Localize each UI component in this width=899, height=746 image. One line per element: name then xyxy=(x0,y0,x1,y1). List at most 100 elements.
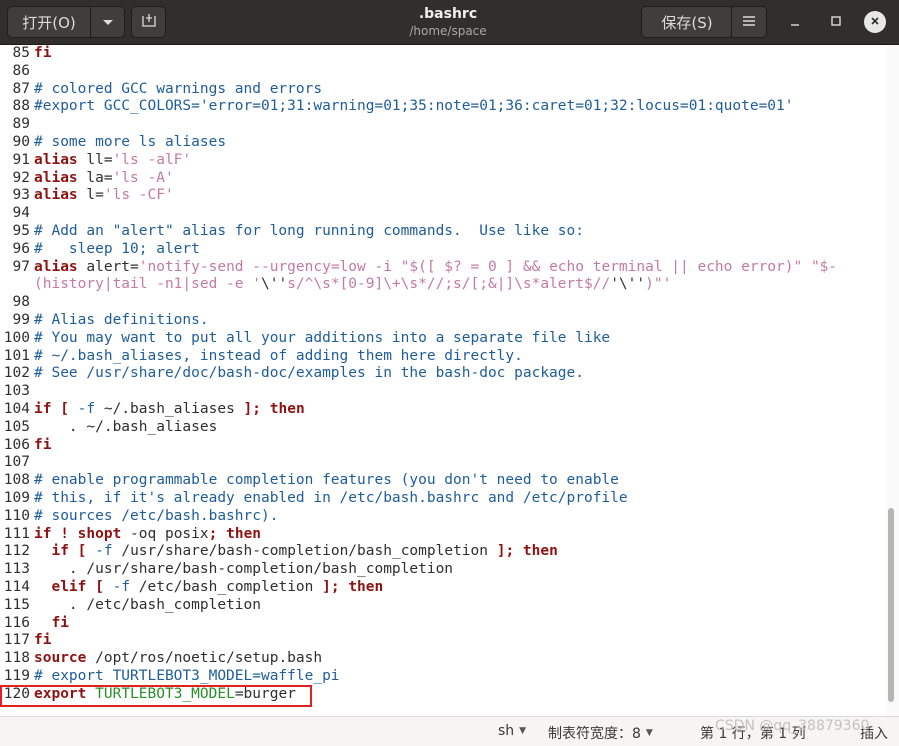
code-line[interactable]: 91 alias ll='ls -alF' xyxy=(0,151,886,169)
code-token: then xyxy=(522,543,558,560)
code-line[interactable]: 106 fi xyxy=(0,436,886,454)
line-content: # Alias definitions. xyxy=(34,311,209,329)
scrollbar-thumb[interactable] xyxy=(888,508,894,702)
line-number: 97 xyxy=(12,258,30,275)
code-token: /etc/bash_completion xyxy=(130,579,323,595)
line-content: if [ -f ~/.bash_aliases ]; then xyxy=(34,400,305,418)
code-line[interactable]: 101 # ~/.bash_aliases, instead of adding … xyxy=(0,347,886,365)
open-button-label: 打开(O) xyxy=(22,13,76,32)
line-number: 110 xyxy=(3,507,30,524)
new-document-button[interactable] xyxy=(131,6,166,38)
code-line[interactable]: 107 xyxy=(0,453,886,471)
code-line[interactable]: 110 # sources /etc/bash.bashrc). xyxy=(0,507,886,525)
code-line[interactable]: 87 # colored GCC warnings and errors xyxy=(0,80,886,98)
code-line[interactable]: 99 # Alias definitions. xyxy=(0,311,886,329)
code-token: # Add an "alert" alias for long running … xyxy=(34,223,584,239)
code-token: la= xyxy=(77,169,113,186)
code-line[interactable]: 112 if [ -f /usr/share/bash-completion/b… xyxy=(0,542,886,560)
code-token: /usr/share/bash-completion/bash_completi… xyxy=(112,543,497,560)
code-line[interactable]: 116 fi xyxy=(0,614,886,632)
highlight-annotation-box xyxy=(0,685,312,707)
code-token: then xyxy=(226,525,262,542)
line-content: elif [ -f /etc/bash_completion ]; then xyxy=(34,578,383,596)
code-token: -f xyxy=(77,401,96,417)
code-line[interactable]: 111 if ! shopt -oq posix; then xyxy=(0,525,886,543)
text-editor[interactable]: 85 fi 86 87 # colored GCC warnings and error… xyxy=(0,45,886,716)
code-token: fi xyxy=(51,614,69,631)
code-line[interactable]: 89 xyxy=(0,115,886,133)
code-line[interactable]: 102 # See /usr/share/doc/bash-doc/example… xyxy=(0,364,886,382)
maximize-button[interactable] xyxy=(824,10,848,34)
line-number: 96 xyxy=(12,240,30,257)
code-token: 'ls -CF' xyxy=(103,187,174,204)
code-line[interactable]: 113 . /usr/share/bash-completion/bash_co… xyxy=(0,560,886,578)
line-number: 100 xyxy=(3,329,30,346)
code-line[interactable]: 109 # this, if it's already enabled in /e… xyxy=(0,489,886,507)
line-content: . /usr/share/bash-completion/bash_comple… xyxy=(34,560,453,578)
code-token: then xyxy=(348,579,384,595)
open-recent-menu-button[interactable] xyxy=(90,6,125,38)
code-line[interactable]: 86 xyxy=(0,62,886,80)
code-token: elif xyxy=(51,579,87,595)
minimize-button[interactable] xyxy=(783,10,807,34)
code-token: # this, if it's already enabled in /etc/… xyxy=(34,490,628,506)
code-token: s/^\s*[0-9]\+\s*//;s/[;&|]\s*alert$// xyxy=(287,276,611,293)
code-line[interactable]: 103 xyxy=(0,382,886,400)
code-line[interactable]: 104 if [ -f ~/.bash_aliases ]; then xyxy=(0,400,886,418)
code-line[interactable]: 100 # You may want to put all your additi… xyxy=(0,329,886,347)
line-content: source /opt/ros/noetic/setup.bash xyxy=(34,649,322,667)
code-line[interactable]: 98 xyxy=(0,293,886,311)
code-line[interactable]: 92 alias la='ls -A' xyxy=(0,169,886,187)
file-name: .bashrc xyxy=(418,6,478,22)
code-line[interactable]: 115 . /etc/bash_completion xyxy=(0,596,886,614)
line-number: 106 xyxy=(3,436,30,453)
code-line[interactable]: 96 # sleep 10; alert xyxy=(0,240,886,258)
code-token: # You may want to put all your additions… xyxy=(34,329,611,346)
code-line[interactable]: 88 #export GCC_COLORS='error=01;31:warnin… xyxy=(0,97,886,115)
chevron-down-icon: ▼ xyxy=(519,726,527,736)
code-token: /opt/ros/noetic/setup.bash xyxy=(86,650,323,667)
code-line[interactable]: 95 # Add an "alert" alias for long runnin… xyxy=(0,222,886,240)
code-line[interactable]: 90 # some more ls aliases xyxy=(0,133,886,151)
code-token: alias xyxy=(34,151,78,168)
line-content: . /etc/bash_completion xyxy=(34,596,261,614)
code-line[interactable]: (history|tail -n1|sed -e '\''s/^\s*[0-9]… xyxy=(0,275,886,293)
close-button[interactable] xyxy=(864,11,886,33)
code-line[interactable]: 117 fi xyxy=(0,631,886,649)
code-line[interactable]: 105 . ~/.bash_aliases xyxy=(0,418,886,436)
code-line[interactable]: 108 # enable programmable completion feat… xyxy=(0,471,886,489)
tab-width-selector[interactable]: 制表符宽度：8 ▼ xyxy=(548,723,653,743)
line-content: alias ll='ls -alF' xyxy=(34,151,191,169)
code-line[interactable]: 119 # export TURTLEBOT3_MODEL=waffle_pi xyxy=(0,667,886,685)
line-number: 118 xyxy=(3,650,30,667)
code-token: # sleep 10; alert xyxy=(34,240,200,257)
line-content: # ~/.bash_aliases, instead of adding the… xyxy=(34,347,523,365)
code-line[interactable]: 93 alias l='ls -CF' xyxy=(0,186,886,204)
file-path: /home/space xyxy=(409,24,487,38)
code-token: ~/.bash_aliases xyxy=(95,401,244,417)
line-number: 99 xyxy=(12,312,30,328)
code-token: alias xyxy=(34,169,78,186)
line-number: 93 xyxy=(12,187,30,204)
save-button[interactable]: 保存(S) xyxy=(641,6,733,38)
code-line[interactable]: 94 xyxy=(0,204,886,222)
line-number: 91 xyxy=(12,151,30,168)
code-line[interactable]: 85 fi xyxy=(0,45,886,62)
language-selector[interactable]: sh ▼ xyxy=(498,723,526,739)
main-menu-button[interactable] xyxy=(731,6,767,38)
line-number: 119 xyxy=(3,668,30,684)
minimize-icon xyxy=(790,14,800,30)
code-line[interactable]: 97 alias alert='notify-send --urgency=low… xyxy=(0,258,886,276)
line-content: # colored GCC warnings and errors xyxy=(34,80,322,98)
code-line[interactable]: 118 source /opt/ros/noetic/setup.bash xyxy=(0,649,886,667)
code-line[interactable]: 114 elif [ -f /etc/bash_completion ]; th… xyxy=(0,578,886,596)
code-token: # some more ls aliases xyxy=(34,134,227,150)
open-button[interactable]: 打开(O) xyxy=(7,6,91,38)
code-token: -oq posix xyxy=(121,525,209,542)
